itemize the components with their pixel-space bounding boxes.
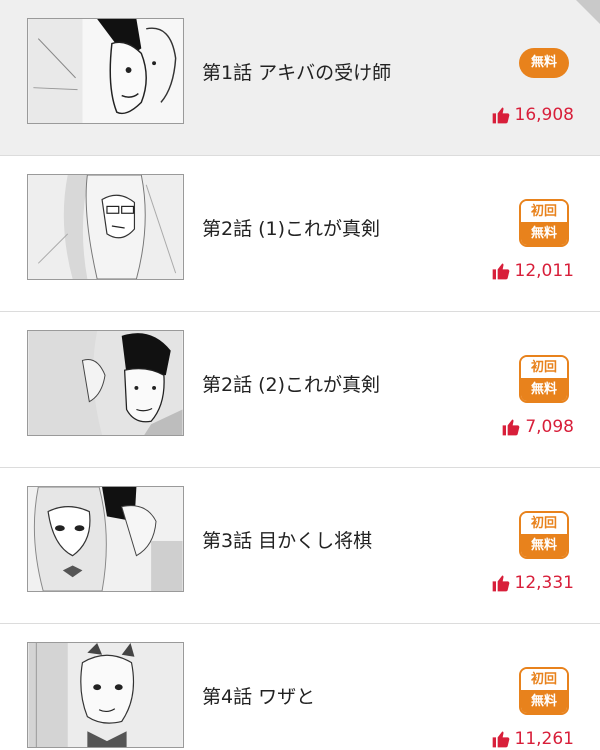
episode-row-3[interactable]: 第2話 (2)これが真剣 初回 無料 7,098 — [0, 312, 600, 468]
badge-free-label: 無料 — [521, 690, 567, 713]
badge-free-label: 無料 — [530, 55, 557, 70]
page-corner-fold-icon — [576, 0, 600, 24]
like-count: 12,331 — [491, 572, 574, 594]
like-count-value: 16,908 — [514, 105, 574, 125]
like-count-value: 7,098 — [525, 417, 574, 437]
first-time-free-badge: 初回 無料 — [519, 355, 569, 403]
like-count: 7,098 — [501, 416, 574, 438]
episode-title: 第2話 (2)これが真剣 — [202, 374, 381, 396]
free-badge: 無料 — [519, 48, 569, 78]
episode-title: 第2話 (1)これが真剣 — [202, 218, 381, 240]
episode-thumbnail — [27, 330, 184, 436]
thumbs-up-icon — [492, 575, 509, 592]
manga-thumbnail-icon — [28, 487, 183, 591]
episode-title: 第4話 ワザと — [202, 686, 316, 708]
episode-row-2[interactable]: 第2話 (1)これが真剣 初回 無料 12,011 — [0, 156, 600, 312]
episode-list: 第1話 アキバの受け師 無料 16,908 第2話 (1)これが真剣 初回 無料… — [0, 0, 600, 750]
manga-thumbnail-icon — [28, 331, 183, 435]
manga-thumbnail-icon — [28, 19, 183, 123]
badge-free-label: 無料 — [521, 534, 567, 557]
badge-first-time-label: 初回 — [521, 669, 567, 690]
episode-row-1[interactable]: 第1話 アキバの受け師 無料 16,908 — [0, 0, 600, 156]
first-time-free-badge: 初回 無料 — [519, 511, 569, 559]
episode-thumbnail — [27, 486, 184, 592]
thumbs-up-icon — [492, 263, 509, 280]
badge-first-time-label: 初回 — [521, 201, 567, 222]
thumbs-up-icon — [502, 419, 520, 436]
first-time-free-badge: 初回 無料 — [519, 199, 569, 247]
episode-thumbnail — [27, 174, 184, 280]
badge-free-label: 無料 — [521, 378, 567, 401]
like-count: 12,011 — [491, 260, 574, 282]
episode-thumbnail — [27, 642, 184, 748]
episode-row-5[interactable]: 第4話 ワザと 初回 無料 11,261 — [0, 624, 600, 750]
thumbs-up-icon — [492, 107, 509, 124]
thumbs-up-icon — [492, 731, 509, 748]
episode-title: 第3話 目かくし将棋 — [202, 530, 373, 552]
like-count: 11,261 — [491, 728, 574, 750]
badge-first-time-label: 初回 — [521, 513, 567, 534]
episode-thumbnail — [27, 18, 184, 124]
badge-first-time-label: 初回 — [521, 357, 567, 378]
episode-row-4[interactable]: 第3話 目かくし将棋 初回 無料 12,331 — [0, 468, 600, 624]
like-count-value: 12,331 — [514, 573, 574, 593]
like-count-value: 11,261 — [514, 729, 574, 749]
first-time-free-badge: 初回 無料 — [519, 667, 569, 715]
manga-thumbnail-icon — [28, 643, 183, 747]
like-count-value: 12,011 — [514, 261, 574, 281]
episode-title: 第1話 アキバの受け師 — [202, 62, 392, 84]
like-count: 16,908 — [491, 104, 574, 126]
badge-free-label: 無料 — [521, 222, 567, 245]
manga-thumbnail-icon — [28, 175, 183, 279]
